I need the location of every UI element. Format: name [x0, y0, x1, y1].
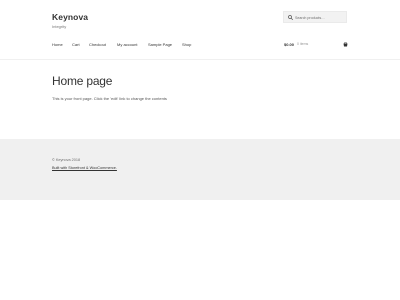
cart-item-count[interactable]: 0 items: [297, 42, 308, 46]
site-footer: © Keynova 2018 Built with Storefront & W…: [0, 139, 400, 200]
nav-item-shop[interactable]: Shop: [182, 42, 191, 47]
header-cart[interactable]: $0.00 0 items: [284, 42, 348, 50]
nav-item-my-account[interactable]: My account: [117, 42, 137, 47]
cart-icon[interactable]: [343, 42, 348, 47]
footer-copyright: © Keynova 2018: [52, 158, 81, 162]
cart-amount[interactable]: $0.00: [284, 42, 294, 47]
nav-item-cart[interactable]: Cart: [72, 42, 80, 47]
nav-item-sample-page[interactable]: Sample Page: [148, 42, 172, 47]
site-tagline: Integrity: [52, 24, 67, 29]
footer-credit-link[interactable]: Built with Storefront & WooCommerce.: [52, 166, 117, 170]
header-divider: [0, 59, 400, 60]
page-title: Home page: [52, 74, 113, 88]
site-header: Keynova Integrity Home Cart Checkout My …: [0, 0, 400, 62]
site-title[interactable]: Keynova: [52, 12, 88, 22]
search-input[interactable]: [295, 13, 345, 22]
nav-item-home[interactable]: Home: [52, 42, 63, 47]
product-search[interactable]: [283, 11, 347, 23]
search-icon: [288, 15, 293, 20]
nav-item-checkout[interactable]: Checkout: [89, 42, 106, 47]
page-content: This is your front page. Click the 'edit…: [52, 96, 167, 101]
